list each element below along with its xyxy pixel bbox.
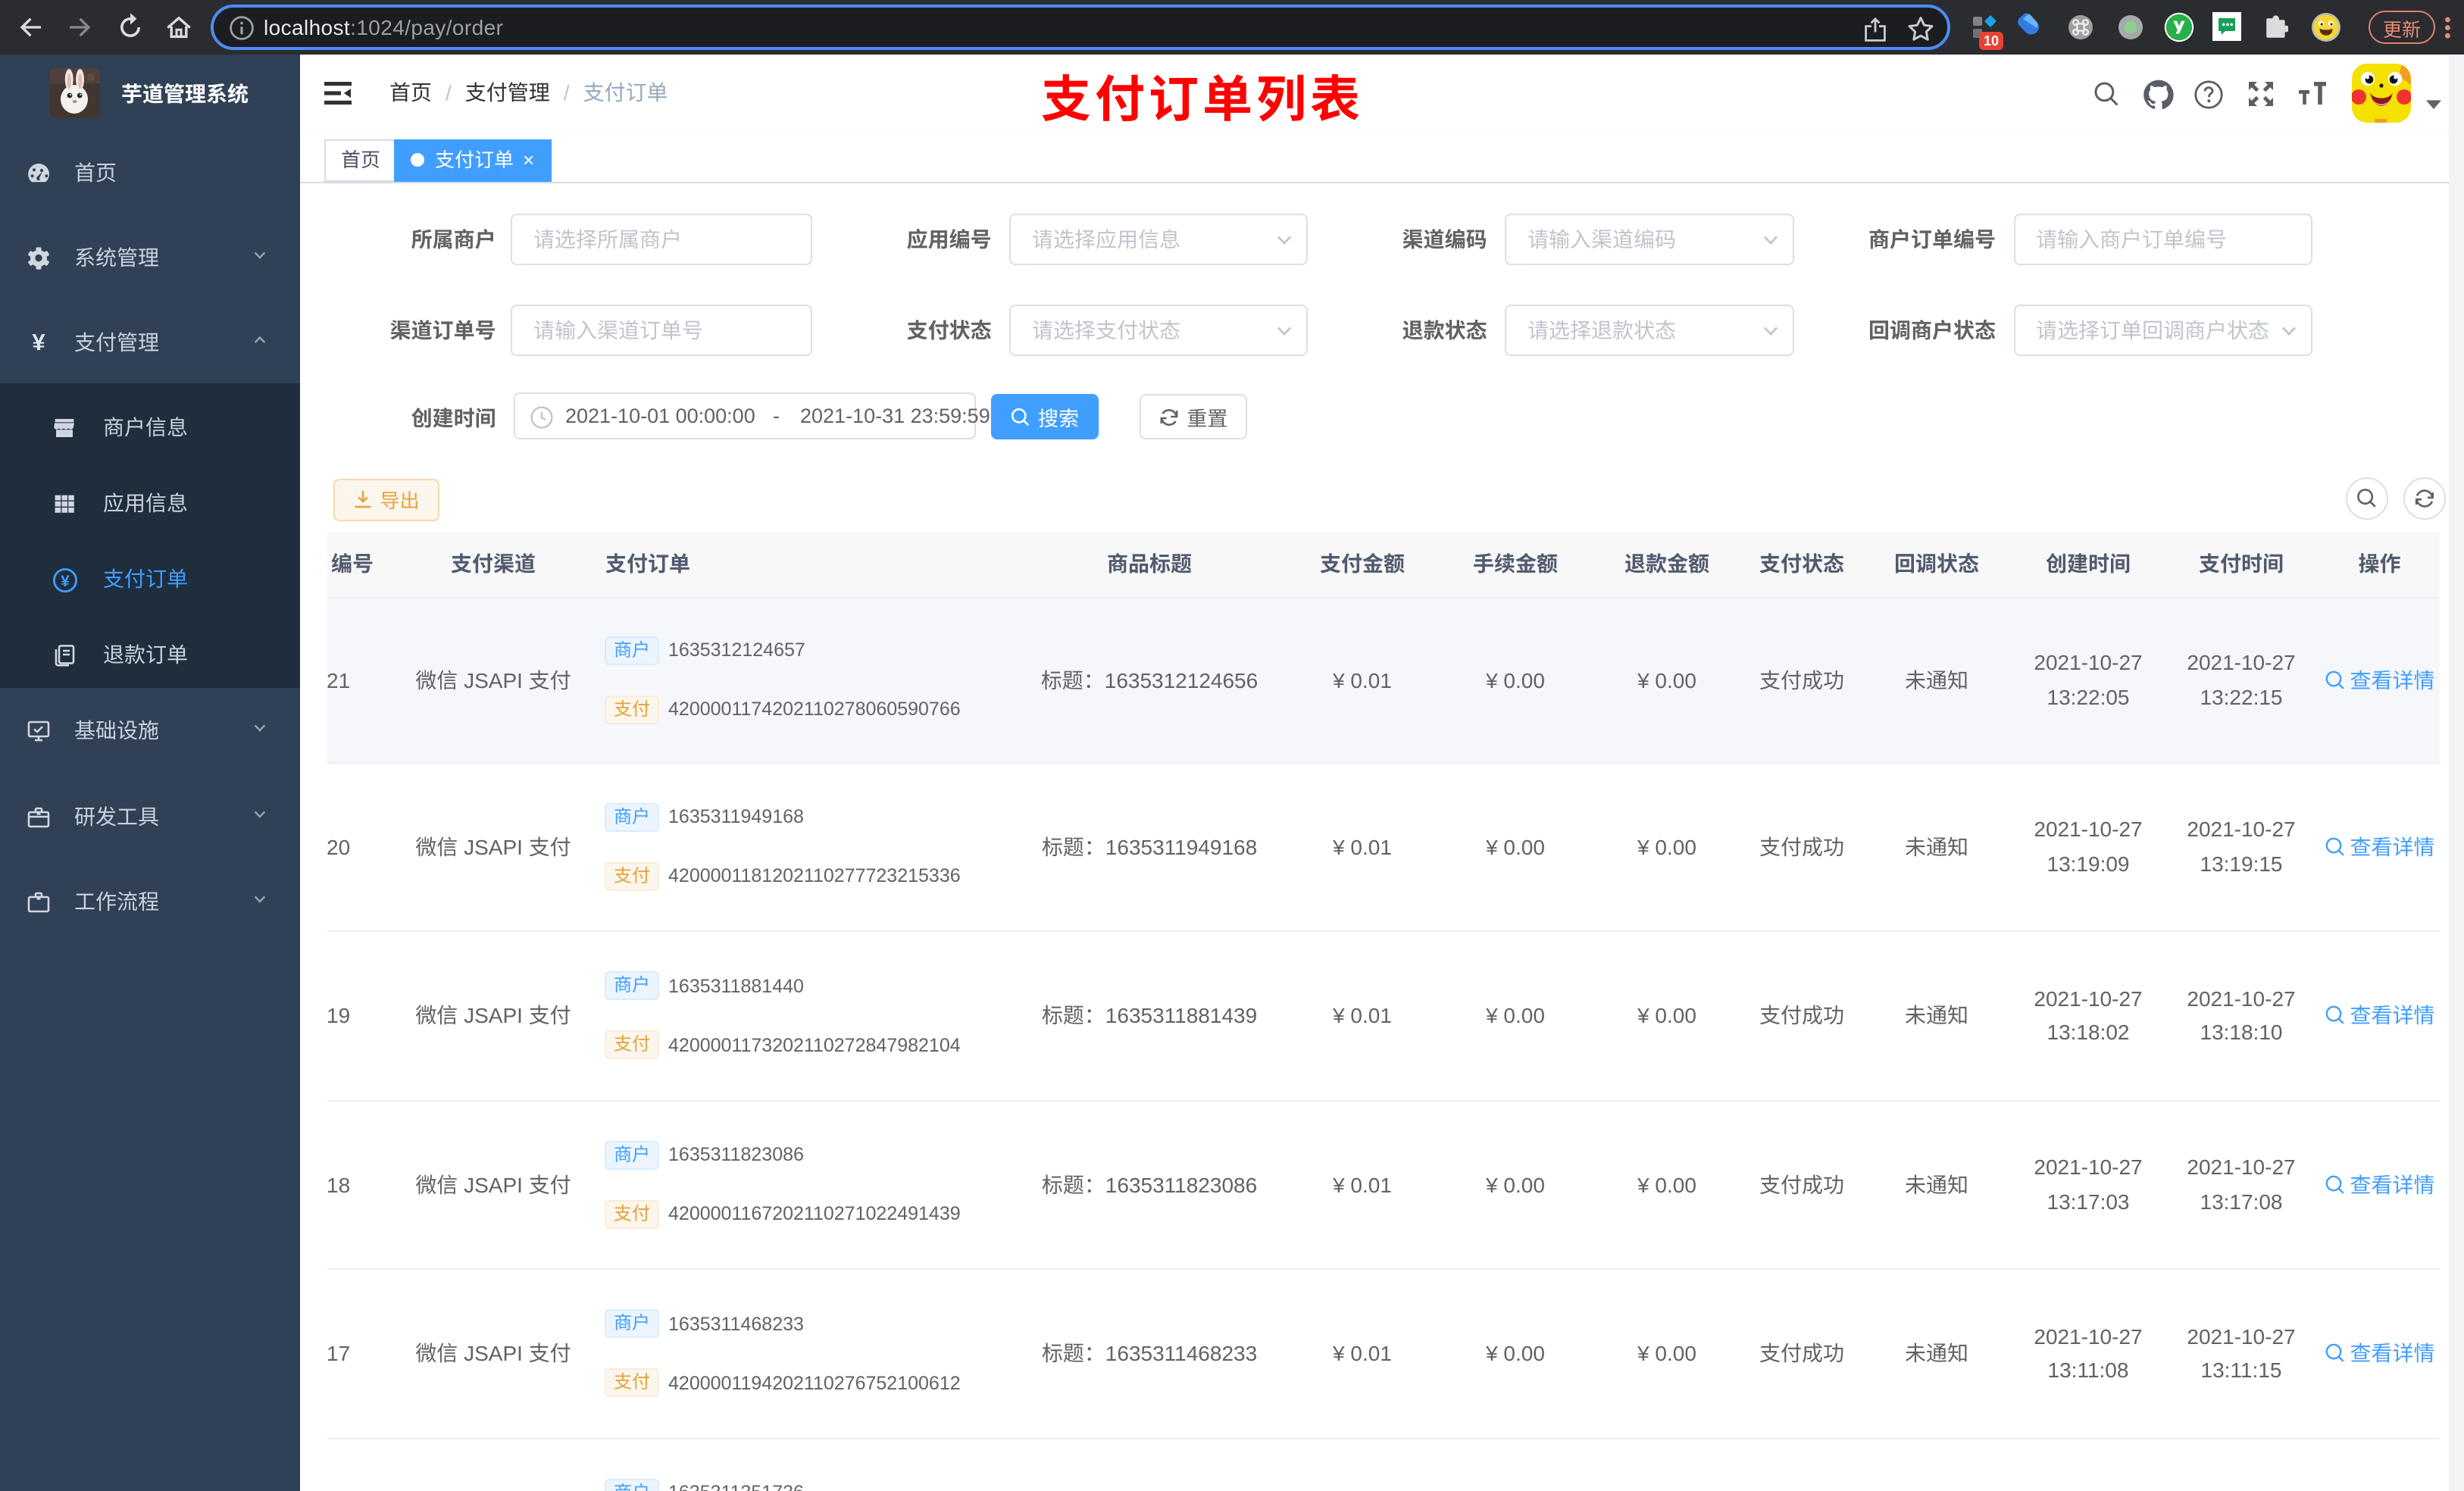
svg-text:¥: ¥ — [32, 330, 45, 353]
svg-text:¥: ¥ — [61, 573, 70, 590]
